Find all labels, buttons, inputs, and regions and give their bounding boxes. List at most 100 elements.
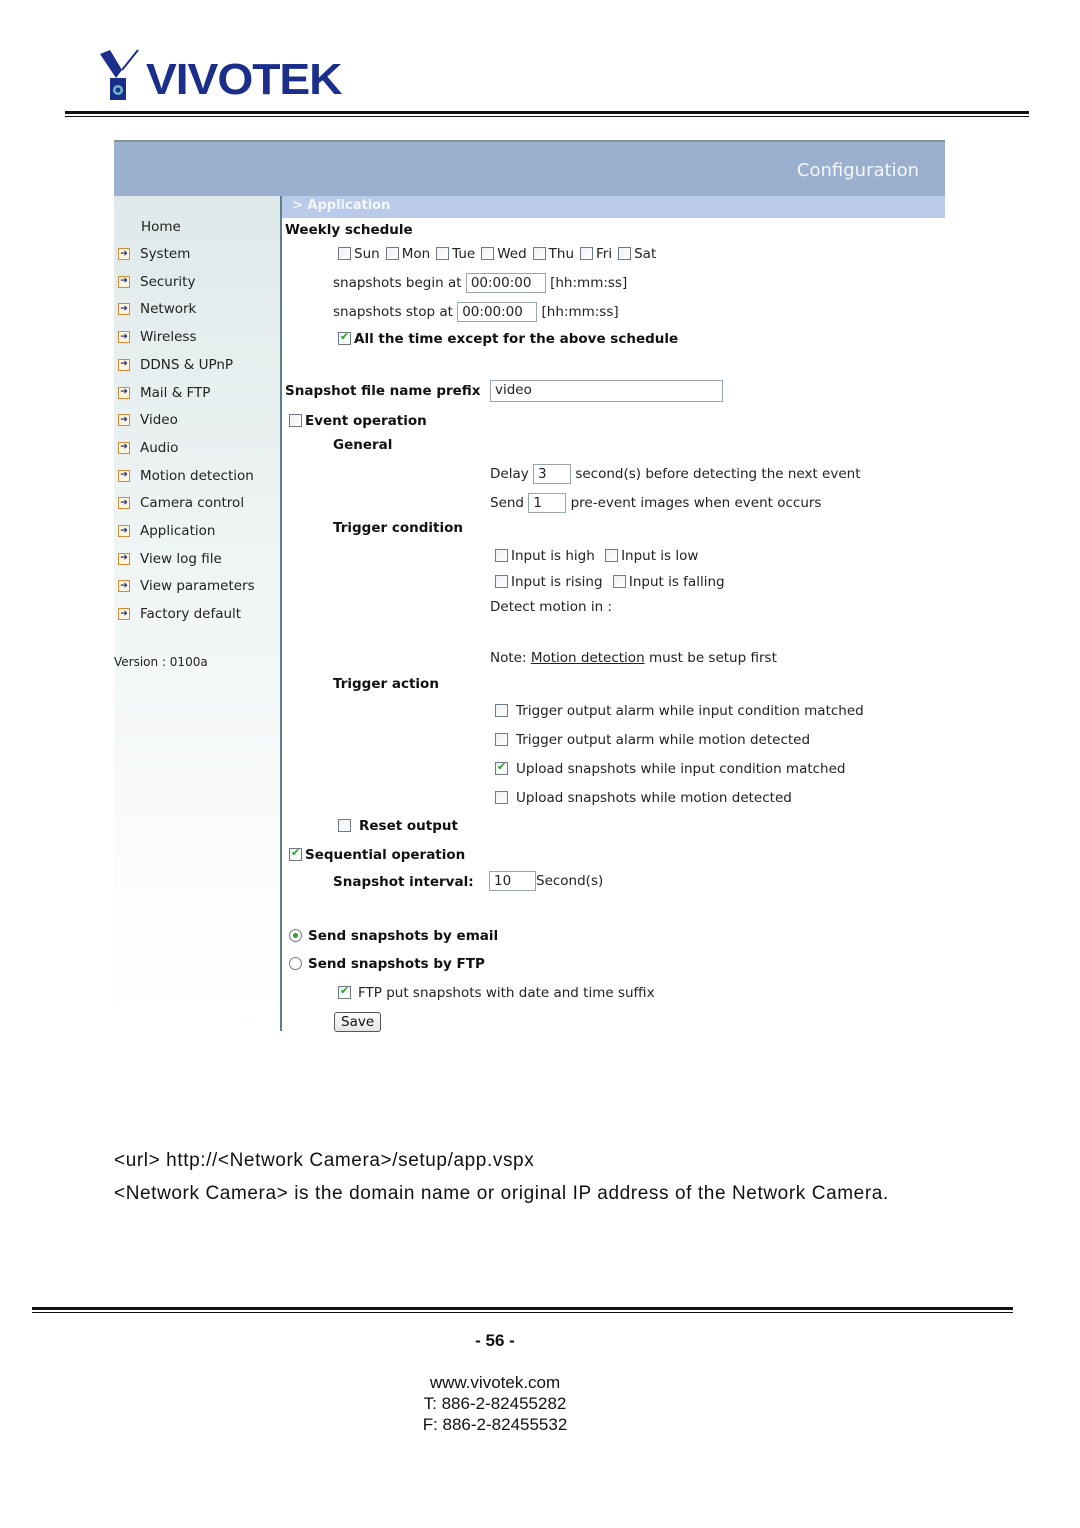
ftp-suffix-checkbox[interactable] (338, 984, 351, 999)
input-high-label: Input is high (511, 548, 595, 564)
sidebar-item[interactable]: ➔ Factory default (114, 604, 241, 624)
trigger-action-label: Trigger action (333, 676, 439, 692)
sidebar-item-label: Video (140, 412, 178, 429)
trigger-input-row-1: Input is high Input is low (495, 548, 698, 564)
day-label: Tue (452, 246, 476, 262)
arrow-right-icon: ➔ (118, 331, 130, 344)
arrow-right-icon: ➔ (118, 608, 130, 621)
telephone: T: 886-2-82455282 (423, 1394, 567, 1413)
interval-row: 10 Second(s) (489, 871, 603, 891)
trigger-action-checkbox[interactable] (495, 791, 508, 804)
motion-detection-link[interactable]: Motion detection (531, 650, 645, 666)
trigger-action-row: Trigger output alarm while input conditi… (495, 703, 864, 719)
sidebar-item[interactable]: ➔ Network (114, 299, 196, 319)
breadcrumb: > Application (292, 198, 391, 213)
breadcrumb-bar: > Application (282, 196, 945, 218)
brand-wordmark: VIVOTEK (146, 55, 343, 104)
trigger-action-row: Upload snapshots while motion detected (495, 790, 792, 806)
begin-time-format: [hh:mm:ss] (550, 275, 628, 291)
sequential-checkbox[interactable] (289, 846, 302, 861)
send-email-radio[interactable] (289, 929, 302, 942)
reset-output-checkbox[interactable] (338, 819, 351, 832)
all-time-checkbox[interactable] (338, 330, 351, 345)
sidebar-item[interactable]: ➔ Motion detection (114, 466, 254, 486)
sidebar-item-label: Camera control (140, 495, 245, 512)
interval-unit: Second(s) (536, 873, 604, 889)
sidebar-item[interactable]: ➔ View parameters (114, 576, 255, 596)
save-button-wrap: Save (334, 1011, 382, 1032)
input-falling-checkbox[interactable] (612, 575, 626, 588)
day-checkbox[interactable] (385, 247, 399, 260)
day-checkbox[interactable] (338, 247, 351, 260)
day-checkbox[interactable] (618, 247, 632, 260)
send-ftp-label: Send snapshots by FTP (308, 956, 485, 972)
general-label: General (333, 437, 393, 453)
weekday-checkboxes: Sun Mon Tue Wed Thu Fri Sat (338, 246, 662, 262)
day-checkbox[interactable] (580, 247, 594, 260)
sidebar-item[interactable]: ➔ Application (114, 521, 215, 541)
delay-label: Delay (490, 466, 529, 482)
day-label: Fri (596, 246, 613, 262)
arrow-right-icon: ➔ (118, 414, 130, 427)
interval-label: Snapshot interval: (333, 874, 474, 890)
trigger-action-checkbox[interactable] (495, 760, 508, 775)
sidebar-item[interactable]: ➔ Security (114, 272, 195, 292)
sidebar-item[interactable]: ➔ Video (114, 410, 178, 430)
note-prefix: Note: (490, 650, 527, 666)
sidebar-item[interactable]: ➔ Camera control (114, 493, 244, 513)
begin-time-input[interactable]: 00:00:00 (465, 273, 546, 293)
trigger-action-checkbox[interactable] (495, 704, 508, 717)
sidebar-item[interactable]: ➔ Wireless (114, 327, 197, 347)
url-line: <url> http://<Network Camera>/setup/app.… (114, 1150, 535, 1171)
detect-motion-label: Detect motion in : (490, 599, 613, 615)
send-email-label: Send snapshots by email (308, 928, 499, 944)
ftp-suffix-label: FTP put snapshots with date and time suf… (358, 985, 655, 1001)
reset-output-row: Reset output (338, 818, 458, 834)
stop-time-row: snapshots stop at 00:00:00 [hh:mm:ss] (333, 302, 619, 322)
stop-time-label: snapshots stop at (333, 304, 453, 320)
sidebar-item[interactable]: ➔ DDNS & UPnP (114, 355, 233, 375)
ftp-suffix-row: FTP put snapshots with date and time suf… (338, 984, 655, 1001)
trigger-action-label: Trigger output alarm while input conditi… (516, 703, 864, 719)
sidebar-item[interactable]: ➔ Audio (114, 438, 178, 458)
sidebar-item-label: Wireless (140, 329, 197, 346)
day-checkbox[interactable] (436, 247, 450, 260)
trigger-action-checkbox[interactable] (495, 733, 508, 746)
prefix-input[interactable]: video (490, 380, 723, 402)
event-operation-checkbox[interactable] (289, 414, 302, 427)
page-number: - 56 - (475, 1331, 515, 1350)
save-button[interactable]: Save (334, 1012, 382, 1032)
config-header: Configuration (114, 140, 945, 198)
all-time-row: All the time except for the above schedu… (338, 330, 678, 347)
arrow-right-icon: ➔ (118, 248, 130, 260)
sidebar-item[interactable]: ➔ Mail & FTP (114, 383, 210, 403)
header-rule (65, 111, 1029, 114)
day-checkbox[interactable] (532, 247, 546, 260)
sidebar-item-label: Home (141, 219, 181, 235)
send-row: Send 1 pre-event images when event occur… (490, 493, 821, 513)
input-high-checkbox[interactable] (495, 549, 508, 562)
arrow-right-icon: ➔ (118, 497, 130, 510)
send-suffix: pre-event images when event occurs (570, 495, 822, 511)
day-label: Wed (497, 246, 527, 262)
sidebar-item-label: DDNS & UPnP (140, 356, 234, 373)
trigger-condition-label: Trigger condition (333, 520, 463, 536)
sidebar-item-label: Application (140, 523, 216, 539)
send-ftp-radio[interactable] (289, 957, 302, 970)
delay-input[interactable]: 3 (533, 464, 572, 484)
sidebar-item[interactable]: ➔ View log file (114, 549, 222, 569)
interval-input[interactable]: 10 (489, 871, 536, 891)
arrow-right-icon: ➔ (118, 275, 130, 288)
footer-rule (32, 1307, 1013, 1310)
trigger-action-label: Upload snapshots while motion detected (516, 790, 792, 806)
stop-time-input[interactable]: 00:00:00 (457, 302, 538, 322)
input-rising-checkbox[interactable] (495, 575, 508, 588)
sidebar-item-home[interactable]: Home (114, 217, 181, 237)
send-input[interactable]: 1 (528, 493, 567, 513)
input-low-checkbox[interactable] (605, 549, 619, 562)
camera-logo-icon (100, 49, 139, 100)
sidebar-item-label: Security (140, 273, 196, 290)
stop-time-format: [hh:mm:ss] (541, 304, 619, 320)
day-checkbox[interactable] (481, 247, 495, 260)
sidebar-item[interactable]: ➔ System (114, 244, 190, 264)
